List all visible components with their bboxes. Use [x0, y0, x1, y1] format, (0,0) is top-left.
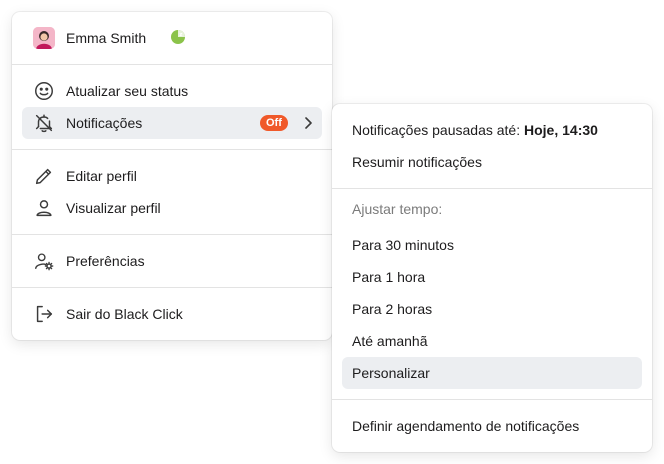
person-settings-icon: [32, 249, 56, 273]
preferences-label: Preferências: [66, 253, 145, 269]
sign-out-item[interactable]: Sair do Black Click: [22, 298, 322, 330]
notifications-off-badge: Off: [260, 115, 288, 131]
option-2-hours[interactable]: Para 2 horas: [342, 293, 642, 325]
option-custom[interactable]: Personalizar: [342, 357, 642, 389]
option-label: Até amanhã: [352, 333, 428, 349]
notifications-submenu: Notificações pausadas até: Hoje, 14:30 R…: [332, 104, 652, 452]
view-profile-label: Visualizar perfil: [66, 200, 161, 216]
divider: [12, 287, 332, 288]
divider: [12, 149, 332, 150]
avatar: [32, 26, 56, 50]
notifications-item[interactable]: Notificações Off: [22, 107, 322, 139]
bell-off-icon: [32, 111, 56, 135]
resume-label: Resumir notificações: [352, 154, 482, 170]
option-30-minutes[interactable]: Para 30 minutos: [342, 229, 642, 261]
sign-out-label: Sair do Black Click: [66, 306, 183, 322]
paused-until: Hoje, 14:30: [524, 122, 598, 138]
preferences-item[interactable]: Preferências: [22, 245, 322, 277]
smile-icon: [32, 79, 56, 103]
notification-schedule-item[interactable]: Definir agendamento de notificações: [342, 410, 642, 442]
option-label: Para 1 hora: [352, 269, 426, 285]
divider: [332, 188, 652, 189]
resume-notifications-item[interactable]: Resumir notificações: [342, 146, 642, 178]
sign-out-icon: [32, 302, 56, 326]
option-1-hour[interactable]: Para 1 hora: [342, 261, 642, 293]
adjust-time-label: Ajustar tempo:: [352, 201, 443, 217]
option-label: Para 2 horas: [352, 301, 433, 317]
update-status-label: Atualizar seu status: [66, 83, 189, 99]
person-icon: [32, 196, 56, 220]
paused-status: Notificações pausadas até: Hoje, 14:30: [342, 114, 642, 146]
divider: [332, 399, 652, 400]
user-header[interactable]: Emma Smith z: [22, 22, 322, 54]
schedule-label: Definir agendamento de notificações: [352, 418, 580, 434]
edit-profile-label: Editar perfil: [66, 168, 137, 184]
view-profile-item[interactable]: Visualizar perfil: [22, 192, 322, 224]
update-status-item[interactable]: Atualizar seu status: [22, 75, 322, 107]
option-label: Personalizar: [352, 365, 430, 381]
profile-menu: Emma Smith z Atualizar seu status Notifi…: [12, 12, 332, 340]
option-until-tomorrow[interactable]: Até amanhã: [342, 325, 642, 357]
edit-profile-item[interactable]: Editar perfil: [22, 160, 322, 192]
pencil-icon: [32, 164, 56, 188]
notifications-label: Notificações: [66, 115, 143, 131]
divider: [12, 64, 332, 65]
paused-clock-icon: z: [170, 29, 186, 45]
chevron-right-icon: [300, 115, 316, 131]
svg-text:z: z: [179, 32, 182, 38]
option-label: Para 30 minutos: [352, 237, 454, 253]
user-name: Emma Smith: [66, 30, 147, 46]
adjust-time-header: Ajustar tempo:: [342, 193, 642, 225]
paused-label: Notificações pausadas até:: [352, 122, 521, 138]
divider: [12, 234, 332, 235]
